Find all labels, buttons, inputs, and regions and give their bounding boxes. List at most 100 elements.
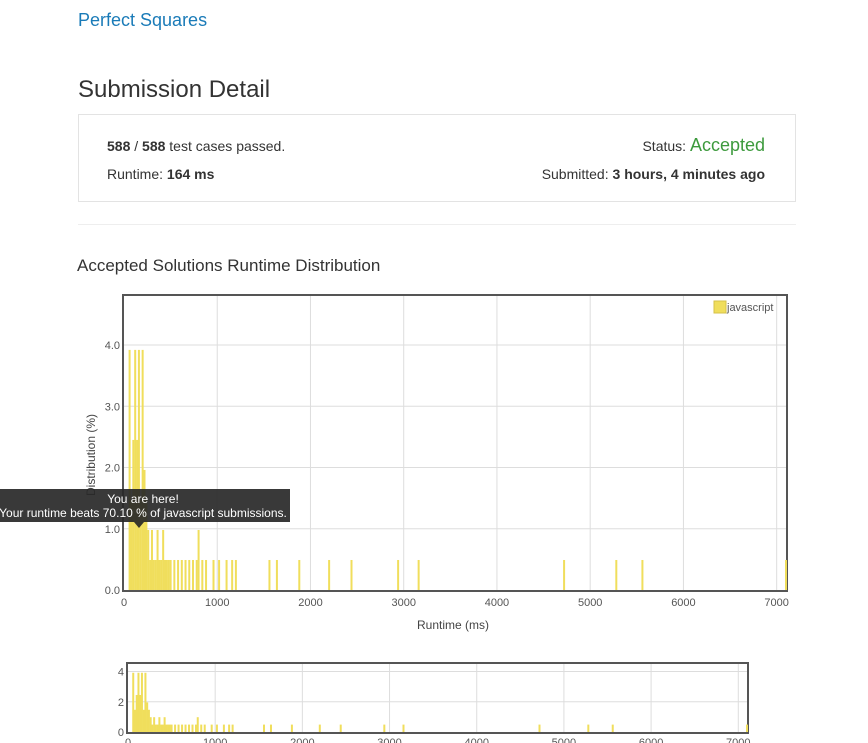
- legend-swatch: [713, 300, 727, 314]
- distribution-bar: [231, 559, 234, 590]
- distribution-bar: [383, 724, 386, 732]
- distribution-bar: [215, 724, 218, 732]
- nav-plot-frame: [126, 662, 749, 734]
- distribution-bar: [156, 529, 159, 590]
- distribution-bar: [196, 717, 199, 732]
- distribution-bar: [611, 724, 614, 732]
- distribution-bar: [290, 724, 293, 732]
- y-tick-label: 2: [118, 697, 124, 709]
- distribution-bar: [147, 709, 150, 732]
- distribution-bar: [132, 672, 135, 732]
- distribution-bar: [158, 559, 161, 590]
- y-tick-label: 0: [118, 727, 124, 739]
- distribution-bar: [210, 724, 213, 732]
- x-tick-label: 6000: [639, 737, 663, 743]
- distribution-bar: [147, 529, 150, 590]
- distribution-bar: [184, 559, 187, 590]
- distribution-bar: [615, 559, 618, 590]
- distribution-bar: [160, 559, 163, 590]
- main-distribution-chart: 0 1000 2000 3000 4000 5000 6000 7000 0.0 1.0 2.0 3…: [84, 294, 789, 632]
- x-tick-label: 2000: [298, 597, 322, 609]
- distribution-bar: [275, 559, 278, 590]
- distribution-bar: [188, 724, 191, 732]
- distribution-bar: [402, 724, 405, 732]
- distribution-bar: [200, 724, 203, 732]
- distribution-bar: [154, 559, 157, 590]
- distribution-bar: [167, 559, 170, 590]
- distribution-bar: [587, 724, 590, 732]
- x-tick-label: 4000: [485, 597, 509, 609]
- distribution-bar: [641, 559, 644, 590]
- distribution-bar: [177, 724, 180, 732]
- runtime-charts: 0 1000 2000 3000 4000 5000 6000 7000 0.0 1.0 2.0 3…: [84, 294, 789, 743]
- distribution-bar: [134, 349, 137, 590]
- distribution-bar: [785, 559, 787, 590]
- distribution-bar: [140, 672, 143, 732]
- distribution-bar: [191, 559, 194, 590]
- legend: javascript: [713, 300, 773, 314]
- distribution-bar: [165, 559, 168, 590]
- distribution-bar: [184, 724, 187, 732]
- distribution-bar: [228, 724, 231, 732]
- distribution-bar: [195, 559, 198, 590]
- distribution-bar: [268, 559, 271, 590]
- x-tick-label: 2000: [290, 737, 314, 743]
- distribution-bar: [156, 724, 159, 732]
- x-tick-label: 4000: [464, 737, 488, 743]
- distribution-bar: [133, 709, 136, 732]
- distribution-bar: [417, 559, 420, 590]
- tooltip-line2: Your runtime beats 70.10 % of javascript…: [0, 506, 287, 520]
- distribution-bar: [197, 529, 200, 590]
- distribution-bar: [150, 529, 153, 590]
- distribution-bar: [137, 672, 140, 732]
- distribution-bar: [139, 694, 142, 732]
- distribution-bar: [160, 724, 163, 732]
- distribution-bar: [165, 724, 168, 732]
- distribution-bar: [143, 469, 146, 590]
- distribution-bar: [563, 559, 566, 590]
- x-tick-label: 1000: [205, 597, 229, 609]
- distribution-bar: [149, 717, 152, 732]
- distribution-bar: [201, 559, 204, 590]
- legend-label: javascript: [726, 302, 773, 314]
- distribution-bar: [231, 724, 234, 732]
- distribution-bar: [269, 724, 272, 732]
- x-tick-label: 5000: [552, 737, 576, 743]
- distribution-bar: [203, 724, 206, 732]
- distribution-bar: [162, 529, 165, 590]
- overview-navigator-chart[interactable]: 0 1000 2000 3000 4000 5000 6000 7000 0 2 4: [118, 662, 751, 743]
- distribution-bar: [170, 724, 173, 732]
- x-tick-label: 3000: [391, 597, 415, 609]
- distribution-bar: [298, 559, 301, 590]
- y-tick-label: 3.0: [105, 401, 120, 413]
- distribution-bar: [141, 349, 144, 590]
- y-axis-label: Distribution (%): [84, 414, 98, 496]
- distribution-bar: [158, 717, 161, 732]
- distribution-bar: [339, 724, 342, 732]
- x-tick-label: 0: [125, 737, 131, 743]
- x-tick-label: 0: [121, 597, 127, 609]
- distribution-bar: [167, 724, 170, 732]
- distribution-bar: [168, 724, 171, 732]
- x-tick-label: 6000: [671, 597, 695, 609]
- distribution-bar: [161, 724, 164, 732]
- distribution-bar: [212, 559, 215, 590]
- distribution-bar: [149, 559, 152, 590]
- distribution-bar: [164, 559, 167, 590]
- distribution-bar: [154, 724, 157, 732]
- distribution-bar: [218, 559, 221, 590]
- distribution-bar: [746, 724, 748, 732]
- distribution-bar: [538, 724, 541, 732]
- distribution-bar: [397, 559, 400, 590]
- distribution-bar: [195, 724, 198, 732]
- y-tick-label: 4.0: [105, 340, 120, 352]
- distribution-bar: [263, 724, 266, 732]
- distribution-bar: [151, 724, 154, 732]
- distribution-bar: [222, 724, 225, 732]
- distribution-bar: [137, 349, 140, 590]
- distribution-bar: [152, 559, 155, 590]
- distribution-bar: [174, 724, 177, 732]
- y-tick-label: 0.0: [105, 585, 120, 597]
- distribution-bar: [135, 694, 138, 732]
- distribution-bar: [188, 559, 191, 590]
